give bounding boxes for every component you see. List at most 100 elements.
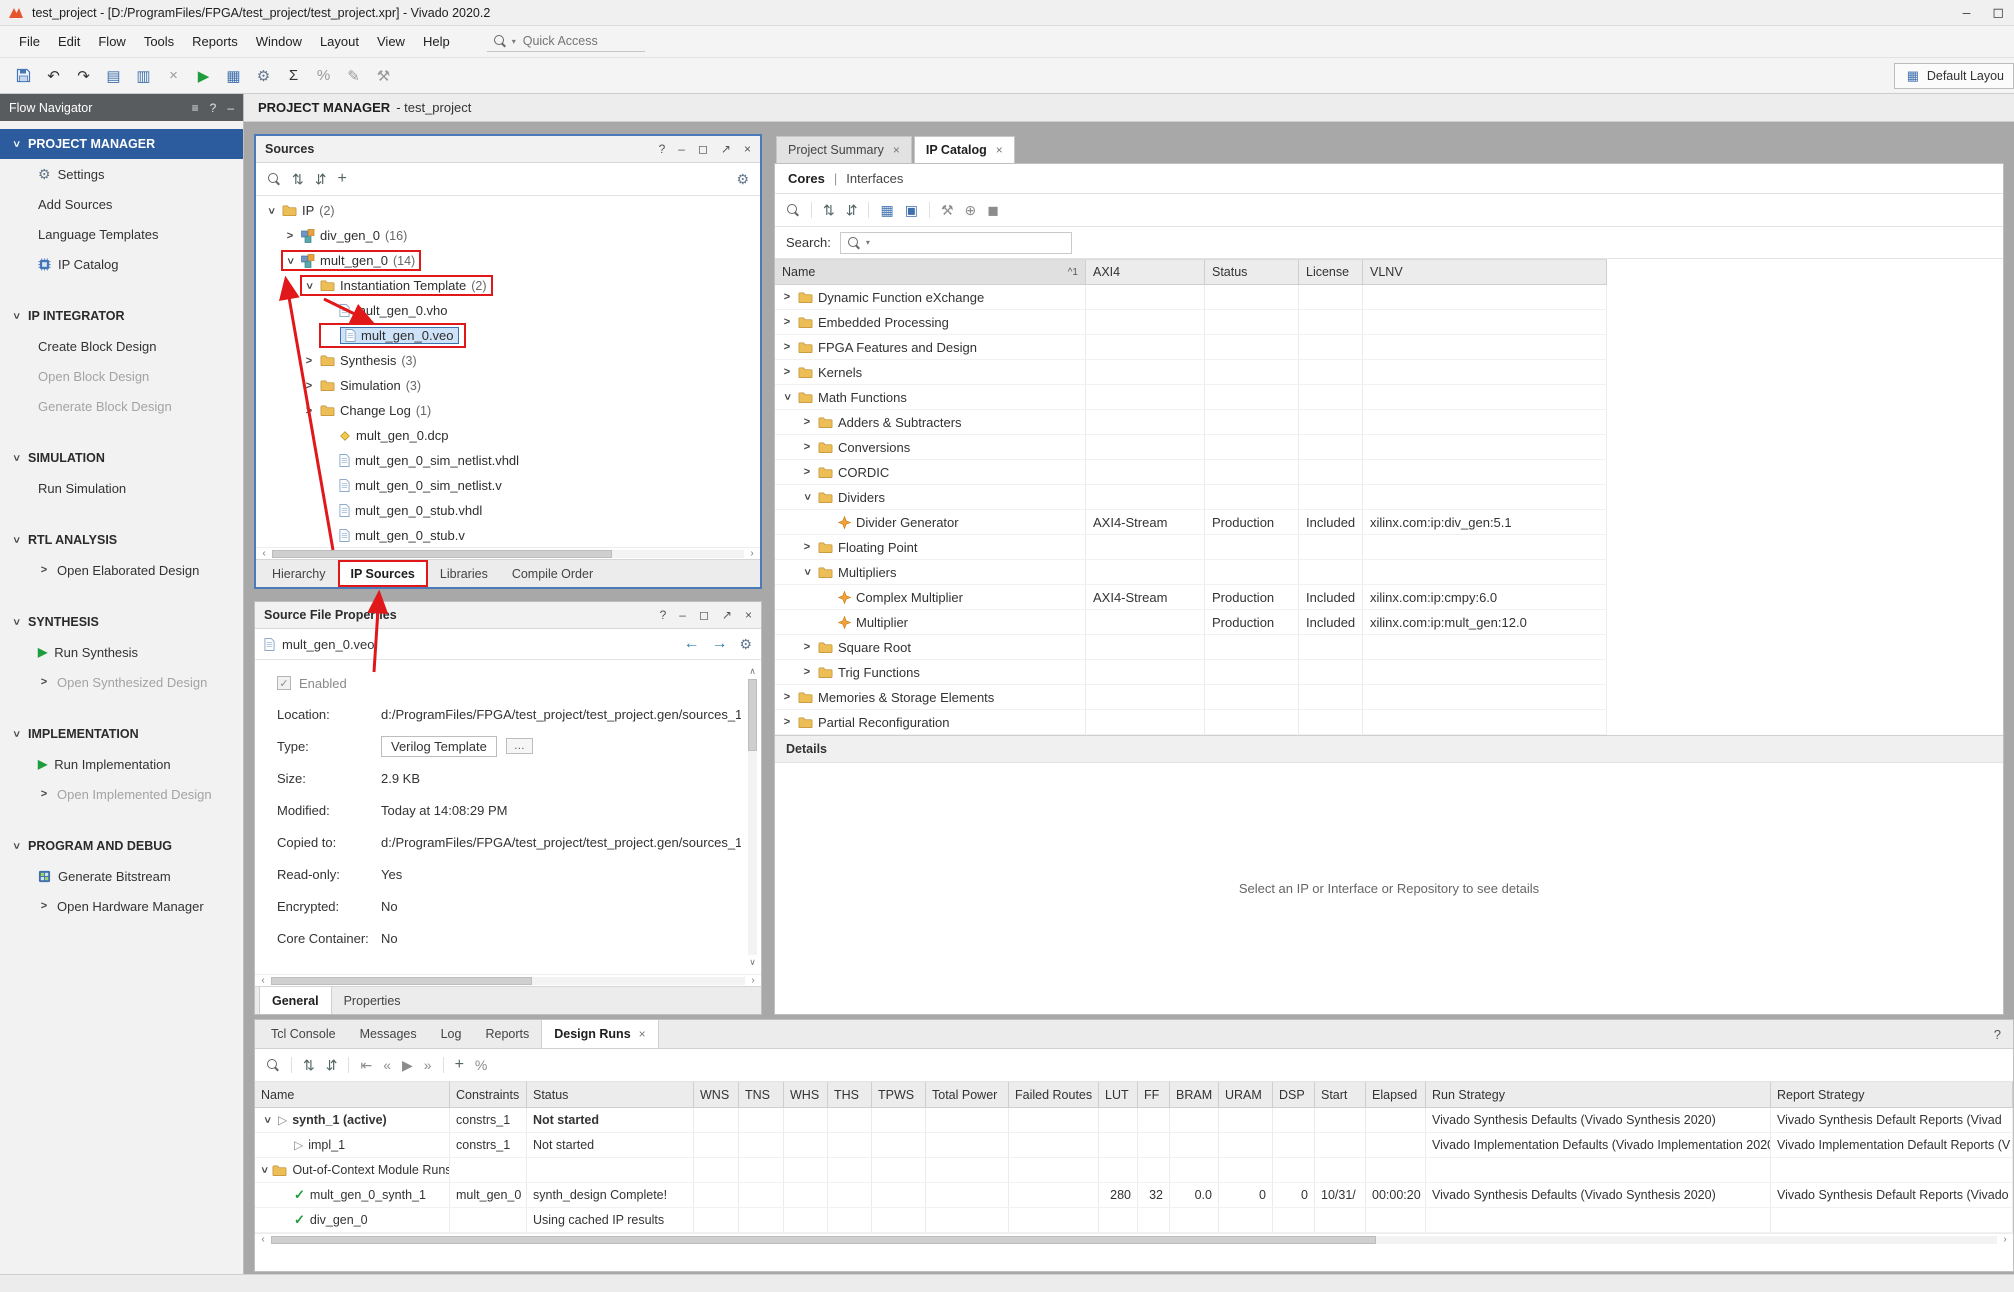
scroll-up-icon[interactable]: ∧ (749, 666, 756, 677)
minimize-icon[interactable]: – (227, 101, 234, 115)
menu-icon[interactable]: ≡ (192, 101, 199, 115)
nav-item-open-synthesized-design[interactable]: >Open Synthesized Design (0, 667, 243, 697)
scrollbar-track[interactable] (271, 977, 745, 985)
nav-header-program-and-debug[interactable]: >PROGRAM AND DEBUG (0, 831, 243, 861)
minimize-icon[interactable]: – (678, 142, 685, 156)
menu-file[interactable]: File (10, 29, 49, 54)
runs-column-uram[interactable]: URAM (1219, 1082, 1273, 1107)
chevron-right-icon[interactable]: > (781, 291, 793, 303)
chevron-right-icon[interactable]: > (303, 355, 315, 367)
menu-tools[interactable]: Tools (135, 29, 183, 54)
source-tree-item-instantiation-template[interactable]: >Instantiation Template(2) (256, 273, 760, 298)
scrollbar-track[interactable] (272, 550, 744, 558)
wrench-icon[interactable]: ⚒ (941, 202, 954, 219)
runs-column-lut[interactable]: LUT (1099, 1082, 1138, 1107)
menu-view[interactable]: View (368, 29, 414, 54)
runs-column-whs[interactable]: WHS (784, 1082, 828, 1107)
catalog-column-license[interactable]: License (1299, 260, 1363, 284)
close-icon[interactable]: × (744, 142, 751, 156)
catalog-column-status[interactable]: Status (1205, 260, 1299, 284)
view-tab-cores[interactable]: Cores (788, 171, 825, 186)
nav-item-ip-catalog[interactable]: IP Catalog (0, 249, 243, 279)
catalog-row-partial-reconfiguration[interactable]: >Partial Reconfiguration (775, 710, 1607, 735)
properties-tab-properties[interactable]: Properties (332, 987, 413, 1014)
chevron-down-icon[interactable]: > (265, 205, 277, 217)
chevron-right-icon[interactable]: > (303, 380, 315, 392)
nav-header-rtl-analysis[interactable]: >RTL ANALYSIS (0, 525, 243, 555)
source-tree-item-synthesis[interactable]: >Synthesis(3) (256, 348, 760, 373)
percent-icon[interactable]: % (310, 63, 337, 89)
nav-item-run-implementation[interactable]: ▶Run Implementation (0, 749, 243, 779)
run-row-synth-1-active[interactable]: >▷synth_1 (active)constrs_1Not startedVi… (255, 1108, 2013, 1133)
delete-icon[interactable]: × (160, 63, 187, 89)
back-icon[interactable]: ← (683, 635, 699, 653)
tab-design-runs[interactable]: Design Runs× (541, 1020, 658, 1048)
catalog-column-name[interactable]: Name^1 (775, 260, 1086, 284)
enabled-checkbox[interactable]: ✓ (277, 676, 291, 690)
chevron-down-icon[interactable]: > (801, 491, 813, 503)
menu-reports[interactable]: Reports (183, 29, 247, 54)
horizontal-scrollbar[interactable]: ‹ › (255, 1233, 2013, 1245)
chevron-right-icon[interactable]: > (781, 691, 793, 703)
catalog-row-cordic[interactable]: >CORDIC (775, 460, 1607, 485)
nav-item-add-sources[interactable]: Add Sources (0, 189, 243, 219)
step-forward-icon[interactable]: » (424, 1057, 432, 1073)
chevron-down-icon[interactable]: > (10, 534, 22, 546)
tab-messages[interactable]: Messages (348, 1020, 429, 1048)
runs-column-ff[interactable]: FF (1138, 1082, 1170, 1107)
catalog-column-axi4[interactable]: AXI4 (1086, 260, 1205, 284)
runs-column-total-power[interactable]: Total Power (926, 1082, 1009, 1107)
runs-column-name[interactable]: Name (255, 1082, 450, 1107)
close-icon[interactable]: × (893, 143, 900, 157)
chevron-right-icon[interactable]: > (801, 666, 813, 678)
tab-project-summary[interactable]: Project Summary× (776, 136, 912, 164)
source-tree-item-mult-gen-0-sim-netlist-vhdl[interactable]: mult_gen_0_sim_netlist.vhdl (256, 448, 760, 473)
source-tree-item-simulation[interactable]: >Simulation(3) (256, 373, 760, 398)
sources-tab-compile-order[interactable]: Compile Order (500, 560, 605, 587)
nav-item-run-simulation[interactable]: Run Simulation (0, 473, 243, 503)
float-icon[interactable]: ↗ (721, 142, 731, 156)
catalog-search-input[interactable] (875, 235, 1065, 251)
quick-access-input[interactable] (521, 33, 629, 49)
source-tree-item-div-gen-0[interactable]: >div_gen_0(16) (256, 223, 760, 248)
tab-reports[interactable]: Reports (473, 1020, 541, 1048)
catalog-row-embedded-processing[interactable]: >Embedded Processing (775, 310, 1607, 335)
collapse-all-icon[interactable]: ⇅ (823, 202, 835, 219)
help-icon[interactable]: ? (659, 142, 666, 156)
menu-flow[interactable]: Flow (89, 29, 134, 54)
nav-item-open-elaborated-design[interactable]: >Open Elaborated Design (0, 555, 243, 585)
step-back-icon[interactable]: « (383, 1057, 391, 1073)
source-tree-item-change-log[interactable]: >Change Log(1) (256, 398, 760, 423)
scroll-left-icon[interactable]: ‹ (258, 548, 270, 559)
more-button[interactable]: … (506, 738, 533, 754)
expand-all-icon[interactable]: ⇵ (315, 171, 327, 188)
runs-column-tns[interactable]: TNS (739, 1082, 784, 1107)
source-tree-item-mult-gen-0-veo[interactable]: mult_gen_0.veo (256, 323, 760, 348)
minimize-icon[interactable]: – (679, 608, 686, 622)
scrollbar-thumb[interactable] (271, 1236, 1376, 1244)
runs-column-constraints[interactable]: Constraints (450, 1082, 527, 1107)
search-icon[interactable] (786, 203, 800, 217)
catalog-row-kernels[interactable]: >Kernels (775, 360, 1607, 385)
run-row-impl-1[interactable]: ▷impl_1constrs_1Not startedVivado Implem… (255, 1133, 2013, 1158)
scroll-down-icon[interactable]: ∨ (749, 957, 756, 968)
gear-icon[interactable]: ⚙ (736, 171, 749, 188)
menu-layout[interactable]: Layout (311, 29, 368, 54)
chevron-right-icon[interactable]: > (781, 366, 793, 378)
scroll-right-icon[interactable]: › (747, 975, 759, 986)
catalog-row-multipliers[interactable]: >Multipliers (775, 560, 1607, 585)
collapse-all-icon[interactable]: ⇅ (292, 171, 304, 188)
nav-header-ip-integrator[interactable]: >IP INTEGRATOR (0, 301, 243, 331)
runs-column-start[interactable]: Start (1315, 1082, 1366, 1107)
float-icon[interactable]: ↗ (722, 608, 732, 622)
chevron-right-icon[interactable]: > (801, 441, 813, 453)
nav-item-settings[interactable]: ⚙Settings (0, 159, 243, 189)
runs-column-bram[interactable]: BRAM (1170, 1082, 1219, 1107)
help-icon[interactable]: ? (210, 101, 217, 115)
report-icon[interactable]: ▤ (100, 63, 127, 89)
catalog-row-memories-storage-elements[interactable]: >Memories & Storage Elements (775, 685, 1607, 710)
maximize-button[interactable]: ◻ (1992, 4, 2004, 21)
gear-icon[interactable]: ⚙ (250, 63, 277, 89)
source-tree-item-mult-gen-0-vho[interactable]: mult_gen_0.vho (256, 298, 760, 323)
catalog-row-fpga-features-and-design[interactable]: >FPGA Features and Design (775, 335, 1607, 360)
